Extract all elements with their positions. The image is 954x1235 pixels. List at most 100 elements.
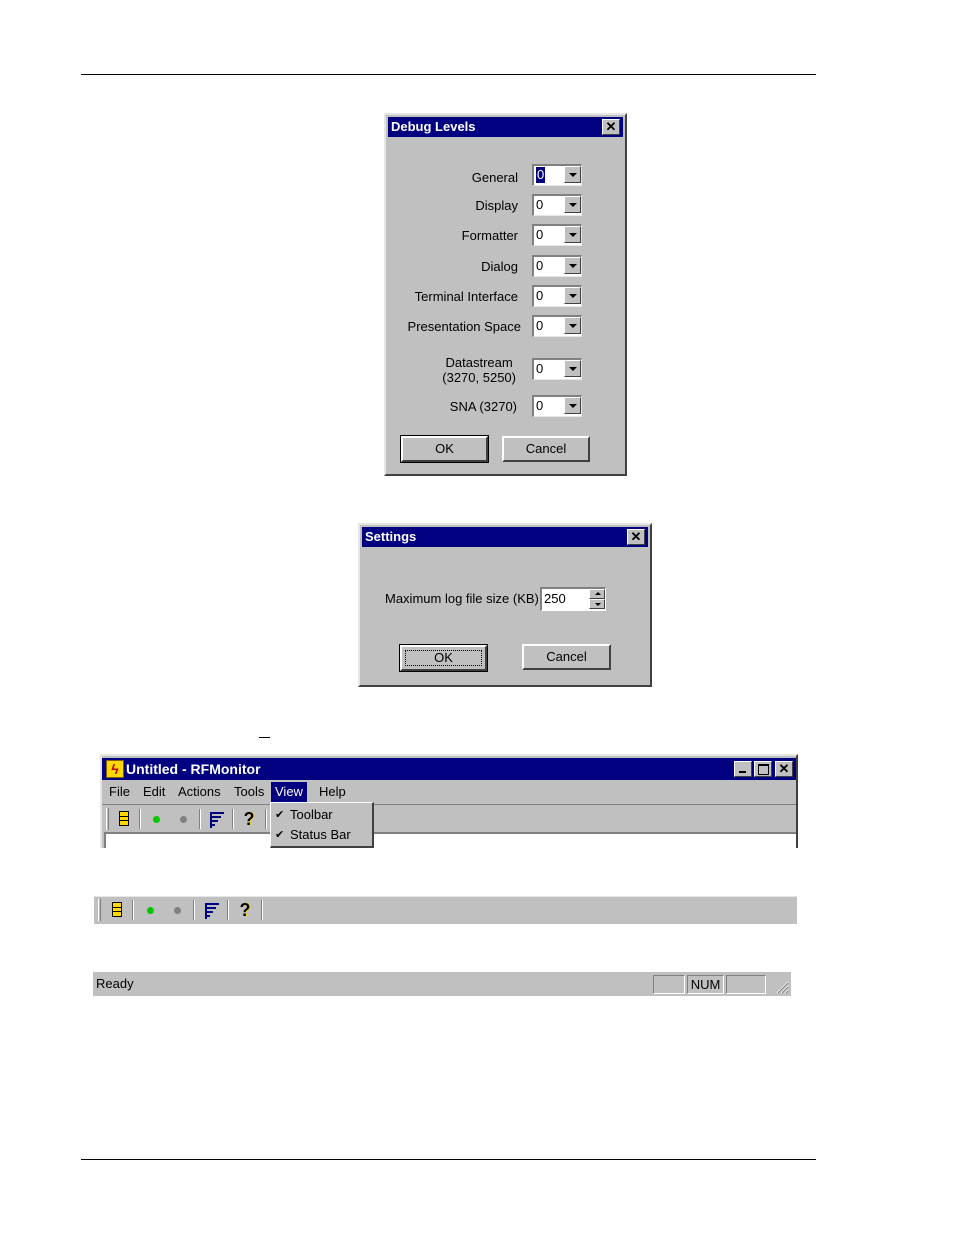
label-presentation-space: Presentation Space [407, 319, 521, 334]
label-dialog: Dialog [481, 259, 518, 274]
settings-dialog-titlebar[interactable]: Settings ✕ [362, 527, 648, 547]
close-icon[interactable]: ✕ [602, 119, 620, 135]
presentation-space-level-combo[interactable]: 0 [532, 315, 582, 337]
status-pane-caps [653, 975, 685, 994]
toolbar-separator [232, 809, 234, 829]
ok-button[interactable]: OK [400, 435, 489, 463]
gray-dot-icon[interactable] [172, 808, 194, 830]
chevron-down-icon[interactable] [564, 287, 581, 304]
spin-down-icon[interactable] [589, 599, 605, 609]
footer-rule [81, 1159, 816, 1160]
view-menu-status-bar-label: Status Bar [290, 827, 351, 842]
debug-dialog-titlebar[interactable]: Debug Levels ✕ [388, 117, 623, 137]
help-icon[interactable]: ? [238, 808, 260, 830]
lines-icon[interactable] [200, 899, 222, 921]
toolbar-grip[interactable] [98, 899, 101, 921]
header-rule [81, 74, 816, 75]
minimize-icon[interactable] [734, 761, 752, 777]
check-icon: ✔ [275, 829, 285, 841]
toolbar-separator [193, 900, 195, 920]
cancel-button[interactable]: Cancel [502, 436, 590, 462]
general-level-value: 0 [536, 167, 546, 183]
datastream-level-combo[interactable]: 0 [532, 358, 582, 380]
maximize-icon[interactable] [754, 761, 772, 777]
chevron-down-icon[interactable] [564, 226, 581, 243]
menu-divider [102, 804, 796, 805]
panel-icon[interactable] [113, 808, 135, 830]
label-sna: SNA (3270) [449, 399, 517, 414]
spin-up-icon[interactable] [589, 589, 605, 599]
chevron-down-icon[interactable] [564, 196, 581, 213]
menu-edit[interactable]: Edit [139, 782, 169, 802]
label-terminal-interface: Terminal Interface [414, 289, 518, 304]
toolbar-separator [227, 900, 229, 920]
chevron-down-icon[interactable] [564, 166, 581, 183]
toolbar-separator [265, 809, 267, 829]
gray-dot-icon[interactable] [166, 899, 188, 921]
formatter-level-combo[interactable]: 0 [532, 224, 582, 246]
label-datastream-line1: Datastream [445, 355, 513, 370]
label-datastream-line2: (3270, 5250) [442, 370, 516, 385]
terminal-interface-level-combo[interactable]: 0 [532, 285, 582, 307]
display-level-combo[interactable]: 0 [532, 194, 582, 216]
sna-level-combo[interactable]: 0 [532, 395, 582, 417]
menu-tools[interactable]: Tools [230, 782, 268, 802]
view-menu-item-toolbar[interactable]: ✔ Toolbar [273, 806, 371, 824]
toolbar-separator [199, 809, 201, 829]
main-window-title: Untitled - RFMonitor [126, 761, 261, 777]
toolbar-separator [261, 900, 263, 920]
green-dot-icon[interactable] [145, 808, 167, 830]
chevron-down-icon[interactable] [564, 397, 581, 414]
green-dot-icon[interactable] [139, 899, 161, 921]
menu-actions[interactable]: Actions [174, 782, 225, 802]
close-icon[interactable]: ✕ [775, 761, 793, 777]
view-menu-item-status-bar[interactable]: ✔ Status Bar [273, 826, 371, 844]
chevron-down-icon[interactable] [564, 360, 581, 377]
app-lightning-icon: ϟ [106, 760, 124, 778]
standalone-toolbar: ? [94, 896, 797, 924]
max-log-size-value[interactable]: 250 [544, 591, 566, 606]
help-icon[interactable]: ? [234, 899, 256, 921]
status-pane-num: NUM [687, 975, 724, 994]
debug-dialog-title: Debug Levels [391, 119, 476, 134]
toolbar-separator [139, 809, 141, 829]
menu-view[interactable]: View [271, 782, 307, 802]
view-menu-toolbar-label: Toolbar [290, 807, 333, 822]
view-dropdown-menu: ✔ Toolbar ✔ Status Bar [270, 802, 374, 848]
dialog-level-combo[interactable]: 0 [532, 255, 582, 277]
menu-bar: File Edit Actions Tools View Help [105, 782, 795, 802]
main-toolbar: ? [104, 806, 794, 832]
status-ready-text: Ready [96, 976, 134, 991]
max-log-size-spinner[interactable]: 250 [540, 587, 606, 611]
sna-level-value: 0 [536, 398, 544, 413]
label-formatter: Formatter [461, 228, 518, 243]
focus-rect [405, 650, 482, 666]
chevron-down-icon[interactable] [564, 257, 581, 274]
status-bar: Ready NUM [93, 972, 791, 996]
toolbar-separator [132, 900, 134, 920]
toolbar-grip[interactable] [106, 808, 109, 830]
debug-levels-dialog: Debug Levels ✕ General 0 Display 0 Forma… [384, 113, 627, 476]
menu-help[interactable]: Help [315, 782, 350, 802]
close-icon[interactable]: ✕ [627, 529, 645, 545]
terminal-interface-level-value: 0 [536, 288, 544, 303]
settings-dialog: Settings ✕ Maximum log file size (KB) : … [358, 523, 652, 687]
label-datastream: Datastream (3270, 5250) [442, 355, 516, 385]
lines-icon[interactable] [205, 808, 227, 830]
settings-ok-button[interactable]: OK [399, 644, 488, 672]
label-display: Display [475, 198, 518, 213]
label-general: General [471, 170, 518, 185]
menu-file[interactable]: File [105, 782, 134, 802]
underscore-mark [259, 737, 270, 738]
display-level-value: 0 [536, 197, 544, 212]
general-level-combo[interactable]: 0 [532, 164, 582, 186]
client-area[interactable] [104, 832, 796, 848]
rfmonitor-window: ϟ Untitled - RFMonitor ✕ File Edit Actio… [100, 754, 798, 848]
main-titlebar[interactable]: ϟ Untitled - RFMonitor ✕ [102, 758, 796, 780]
chevron-down-icon[interactable] [564, 317, 581, 334]
check-icon: ✔ [275, 809, 285, 821]
panel-icon[interactable] [106, 899, 128, 921]
datastream-level-value: 0 [536, 361, 544, 376]
resize-grip-icon[interactable] [775, 980, 789, 994]
settings-cancel-button[interactable]: Cancel [522, 644, 611, 670]
